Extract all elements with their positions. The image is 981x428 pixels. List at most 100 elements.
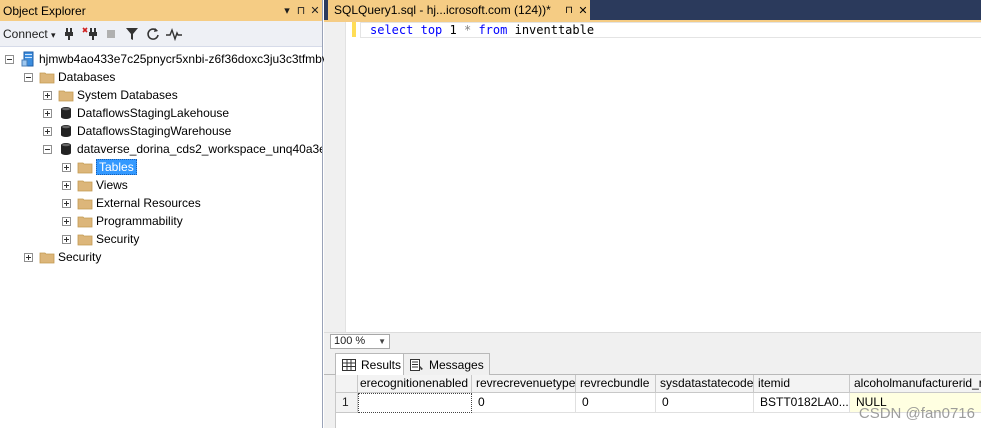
zoom-value: 100 % (334, 335, 366, 347)
database-icon (58, 105, 74, 121)
folder-icon (77, 231, 93, 247)
column-header[interactable]: itemid (754, 375, 850, 393)
collapse-toggle[interactable] (43, 144, 52, 154)
keyword-select: select (370, 23, 414, 37)
chevron-down-icon: ▼ (378, 337, 386, 346)
table-cell[interactable]: 0 (472, 393, 576, 413)
tree-node-tables[interactable]: Tables (62, 158, 137, 176)
close-tab-icon[interactable]: ✕ (576, 4, 590, 17)
tree-node-server[interactable]: hjmwb4ao433e7c25pnycr5xnbi-z6f36doxc3ju3… (5, 50, 328, 68)
tab-messages-label: Messages (429, 357, 484, 372)
tree-node-dataverse-database[interactable]: dataverse_dorina_cds2_workspace_unq40a3e… (43, 140, 322, 158)
tree-node-programmability[interactable]: Programmability (62, 212, 183, 230)
tree-node-label: Security (58, 250, 102, 264)
column-header[interactable]: alcoholmanufacturerid_ru (850, 375, 981, 393)
tree-node-label: dataverse_dorina_cds2_workspace_unq40a3e… (77, 142, 322, 156)
zoom-select[interactable]: 100 % ▼ (330, 334, 390, 349)
object-explorer-panel: Object Explorer ▾ ⊓ ✕ Connect ▾ hjmwb4ao… (0, 0, 328, 428)
object-explorer-toolbar: Connect ▾ (0, 21, 322, 47)
expand-toggle[interactable] (62, 180, 71, 190)
filter-icon[interactable] (124, 26, 140, 42)
tree-node-databases[interactable]: Databases (24, 68, 115, 86)
expand-toggle[interactable] (62, 234, 71, 244)
collapse-toggle[interactable] (5, 54, 14, 64)
folder-icon (77, 195, 93, 211)
connect-button[interactable]: Connect ▾ (3, 27, 56, 41)
expand-toggle[interactable] (62, 198, 71, 208)
table-cell[interactable]: BSTT0182LA0... (754, 393, 850, 413)
auto-hide-pin-icon[interactable]: ⊓ (294, 4, 308, 17)
database-icon (58, 141, 74, 157)
connect-plug-icon[interactable] (61, 26, 77, 42)
expand-toggle[interactable] (43, 90, 52, 100)
horizontal-scrollbar[interactable] (396, 335, 976, 348)
keyword-from: from (478, 23, 508, 37)
object-explorer-title: Object Explorer (3, 3, 86, 18)
expand-toggle[interactable] (43, 126, 52, 136)
tab-results-label: Results (361, 358, 402, 372)
tree-node-views[interactable]: Views (62, 176, 128, 194)
expand-toggle[interactable] (62, 162, 71, 172)
table-cell[interactable] (358, 393, 472, 413)
grid-corner[interactable] (336, 375, 358, 393)
table-cell[interactable]: 0 (576, 393, 656, 413)
pin-icon[interactable]: ⊓ (562, 5, 576, 16)
code-line-1[interactable]: select top 1 * from inventtable (360, 22, 981, 38)
query-editor[interactable]: select top 1 * from inventtable (324, 22, 981, 332)
refresh-icon[interactable] (145, 26, 161, 42)
tree-node-label: Databases (58, 70, 116, 84)
tree-node-label: hjmwb4ao433e7c25pnycr5xnbi-z6f36doxc3ju3… (39, 52, 328, 66)
tab-results[interactable]: Results (335, 353, 408, 376)
close-panel-icon[interactable]: ✕ (308, 4, 322, 17)
folder-icon (58, 87, 74, 103)
column-header[interactable]: revrecbundle (576, 375, 656, 393)
number-literal: 1 (449, 23, 457, 37)
disconnect-icon[interactable] (82, 26, 98, 42)
messages-icon (409, 357, 425, 373)
column-header[interactable]: erecognitionenabled (358, 375, 472, 393)
tab-messages[interactable]: Messages (403, 353, 490, 375)
tab-title: SQLQuery1.sql - hj...icrosoft.com (124))… (334, 3, 551, 17)
column-header[interactable]: sysdatastatecode (656, 375, 754, 393)
collapse-toggle[interactable] (24, 72, 33, 82)
tree-node-label: DataflowsStagingLakehouse (77, 106, 230, 120)
tree-node-label: External Resources (96, 196, 201, 210)
column-header[interactable]: revrecrevenuetype (472, 375, 576, 393)
document-tab-strip: SQLQuery1.sql - hj...icrosoft.com (124))… (324, 0, 981, 20)
unsaved-change-marker (352, 22, 356, 37)
tree-node-label: Programmability (96, 214, 183, 228)
results-tab-strip: Results Messages (324, 353, 981, 376)
tree-node-server-security[interactable]: Security (24, 248, 101, 266)
row-number[interactable]: 1 (336, 393, 358, 413)
keyword-top: top (420, 23, 443, 37)
window-position-dropdown-icon[interactable]: ▾ (280, 4, 294, 17)
tree-node-label: Views (96, 178, 128, 192)
tree-node-dataflows-staging-warehouse[interactable]: DataflowsStagingWarehouse (43, 122, 231, 140)
server-icon (20, 51, 36, 67)
table-identifier: inventtable (514, 23, 595, 37)
tree-node-label: DataflowsStagingWarehouse (77, 124, 232, 138)
tree-node-external-resources[interactable]: External Resources (62, 194, 201, 212)
object-explorer-titlebar: Object Explorer ▾ ⊓ ✕ (0, 0, 322, 21)
stop-icon[interactable] (103, 26, 119, 42)
tree-node-dataflows-staging-lakehouse[interactable]: DataflowsStagingLakehouse (43, 104, 229, 122)
tree-node-database-security[interactable]: Security (62, 230, 139, 248)
editor-gutter (324, 22, 346, 332)
expand-toggle[interactable] (24, 252, 33, 262)
activity-monitor-icon[interactable] (165, 26, 182, 42)
folder-icon (77, 159, 93, 175)
watermark: CSDN @fan0716 (858, 405, 975, 422)
expand-toggle[interactable] (62, 216, 71, 226)
tab-sqlquery1[interactable]: SQLQuery1.sql - hj...icrosoft.com (124))… (328, 0, 590, 20)
expand-toggle[interactable] (43, 108, 52, 118)
grid-icon (341, 357, 357, 373)
tree-node-label: Security (96, 232, 140, 246)
folder-icon (77, 213, 93, 229)
table-cell[interactable]: 0 (656, 393, 754, 413)
folder-icon (77, 177, 93, 193)
database-icon (58, 123, 74, 139)
tree-node-system-databases[interactable]: System Databases (43, 86, 178, 104)
folder-icon (39, 249, 55, 265)
tree-node-label: System Databases (77, 88, 178, 102)
folder-icon (39, 69, 55, 85)
